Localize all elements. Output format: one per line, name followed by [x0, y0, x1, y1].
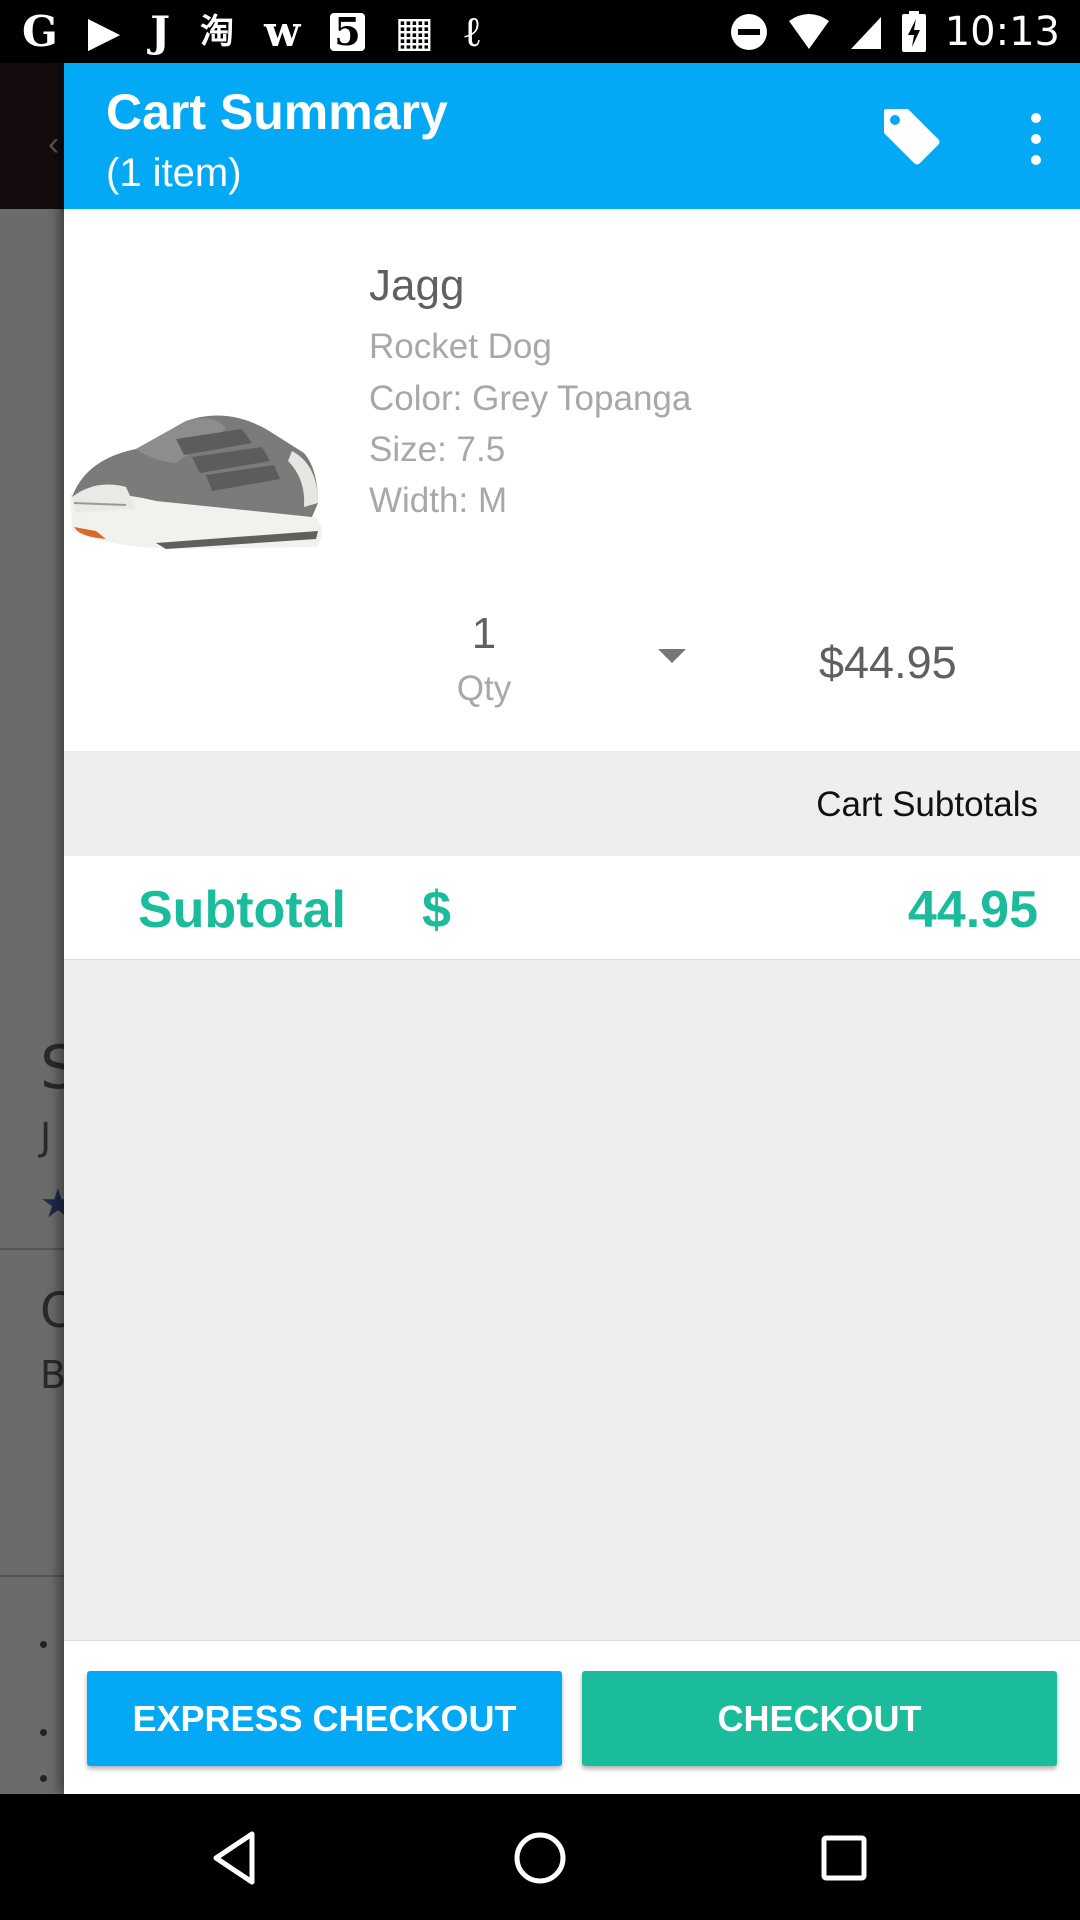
product-name[interactable]: Jagg	[369, 261, 464, 311]
bullet-dot	[40, 1775, 47, 1782]
quantity-value[interactable]: 1	[454, 609, 514, 659]
bullet-dot	[40, 1729, 47, 1736]
quantity-label: Qty	[456, 669, 512, 708]
subtotal-label: Subtotal	[138, 881, 346, 939]
more-options-dot	[1031, 155, 1041, 165]
cart-app-bar: Cart Summary (1 item)	[64, 63, 1080, 209]
cell-signal-icon	[850, 16, 881, 49]
size-label: Size:	[369, 430, 447, 469]
wifi-icon	[788, 13, 829, 49]
do-not-disturb-icon	[730, 13, 767, 50]
express-checkout-button[interactable]: EXPRESS CHECKOUT	[87, 1671, 562, 1766]
subtotal-currency: $	[422, 881, 451, 939]
bullet-dot	[40, 1641, 47, 1648]
dropdown-arrow-icon[interactable]	[658, 649, 686, 663]
tag-icon[interactable]	[880, 105, 944, 169]
background-text-fragment: S	[40, 1033, 64, 1103]
recents-nav-icon[interactable]	[812, 1826, 876, 1890]
checkout-button[interactable]: CHECKOUT	[582, 1671, 1057, 1766]
more-options-dot	[1031, 134, 1041, 144]
background-divider	[0, 1575, 64, 1577]
background-divider	[0, 1248, 64, 1250]
background-app-toolbar: ‹	[0, 63, 64, 209]
taobao-notification-icon: 淘	[200, 11, 235, 52]
back-nav-icon[interactable]	[204, 1826, 268, 1890]
back-arrow-icon: ‹	[48, 125, 60, 163]
color-label: Color:	[369, 379, 463, 418]
item-price: $44.95	[819, 637, 957, 688]
cart-drawer: Cart Summary (1 item) Jagg Rocket Dog Co…	[64, 63, 1080, 1794]
product-width: Width: M	[369, 481, 507, 521]
subtotal-amount: 44.95	[907, 881, 1038, 939]
more-options-icon[interactable]	[1014, 107, 1058, 171]
status-bar: G ▶ J 淘 w 5 ▦ ℓ 10:13	[0, 0, 1080, 63]
clock: 10:13	[944, 8, 1060, 55]
page-title: Cart Summary	[106, 84, 448, 140]
j-notification-icon: J	[150, 6, 171, 56]
background-text-fragment: J	[40, 1115, 52, 1159]
play-notification-icon: ▶	[87, 6, 121, 56]
cart-subtotals-label: Cart Subtotals	[816, 785, 1038, 824]
system-navigation-bar	[0, 1794, 1080, 1920]
more-options-dot	[1031, 113, 1041, 123]
grid-notification-icon: ▦	[394, 6, 435, 56]
width-value: M	[477, 481, 508, 520]
color-value: Grey Topanga	[472, 379, 692, 418]
product-size: Size: 7.5	[369, 430, 505, 470]
width-label: Width:	[369, 481, 469, 520]
w-notification-icon: w	[264, 6, 301, 56]
background-text-fragment: B	[40, 1353, 64, 1397]
star-icon: ★	[40, 1181, 64, 1227]
home-nav-icon[interactable]	[508, 1826, 572, 1890]
checkout-actions: EXPRESS CHECKOUT CHECKOUT	[64, 1640, 1080, 1794]
background-app-scrim[interactable]: ‹ S J ★ C B	[0, 63, 64, 1794]
cart-subtotals-header: Cart Subtotals	[64, 751, 1080, 856]
size-value: 7.5	[456, 430, 506, 469]
item-count: (1 item)	[106, 151, 242, 195]
google-notification-icon: G	[22, 6, 58, 56]
product-brand: Rocket Dog	[369, 327, 552, 366]
cart-item: Jagg Rocket Dog Color: Grey Topanga Size…	[64, 209, 1080, 751]
battery-charging-icon	[901, 10, 926, 52]
product-image[interactable]	[66, 399, 324, 559]
five-notification-icon: 5	[330, 12, 365, 51]
notification-icons: G ▶ J 淘 w 5 ▦ ℓ	[22, 6, 481, 56]
link-notification-icon: ℓ	[464, 6, 481, 56]
subtotal-row: Subtotal $ 44.95	[64, 856, 1080, 960]
product-color: Color: Grey Topanga	[369, 379, 691, 419]
background-text-fragment: C	[40, 1283, 64, 1339]
